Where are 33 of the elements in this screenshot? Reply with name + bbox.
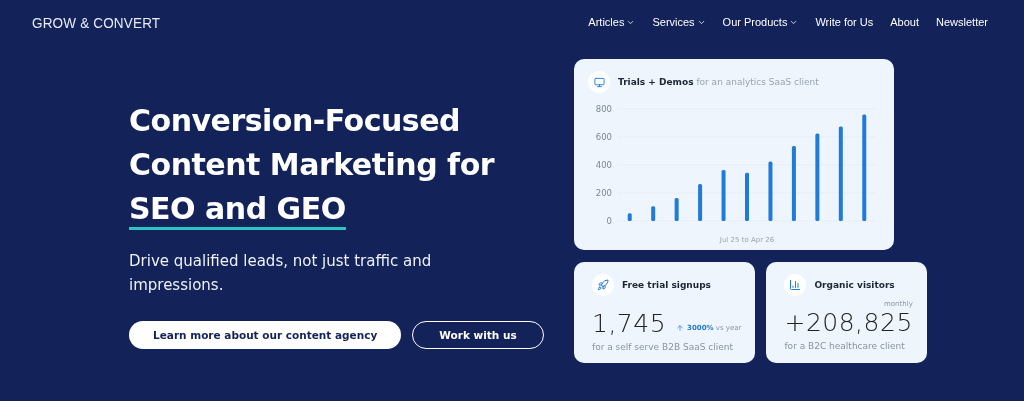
- headline: Conversion-Focused Content Marketing for SEO and GEO: [129, 99, 549, 231]
- arrow-up-icon: [676, 324, 685, 332]
- monitor-icon: [588, 71, 610, 93]
- rocket-icon: [597, 279, 609, 291]
- tick-label: 400: [595, 160, 612, 170]
- stat-value: 1,745: [592, 309, 667, 338]
- logo[interactable]: GROW & CONVERT: [32, 13, 161, 31]
- tick-label: 600: [595, 132, 612, 142]
- chart-bar: [698, 183, 703, 221]
- card-title: Trials + Demos for an analytics SaaS client: [618, 77, 819, 87]
- tick-label: 0: [606, 216, 612, 226]
- stat-value: +208,825: [784, 308, 913, 337]
- card-title: Organic visitors: [814, 280, 895, 290]
- chart-bar: [745, 172, 749, 221]
- primary-button[interactable]: Learn more about our content agency: [129, 321, 402, 349]
- nav-link[interactable]: Articles: [588, 16, 636, 28]
- nav-link[interactable]: Our Products: [722, 16, 799, 28]
- nav-link[interactable]: Write for Us: [815, 16, 874, 28]
- nav-link[interactable]: Services: [652, 16, 706, 28]
- chart-bar: [651, 206, 656, 221]
- tick-label: 200: [595, 188, 612, 198]
- tick-label: 800: [595, 104, 612, 114]
- chart-bar: [674, 197, 679, 221]
- card-title: Free trial signups: [622, 280, 711, 290]
- nav-link[interactable]: Newsletter: [936, 16, 988, 28]
- bar-chart-icon: [789, 279, 802, 291]
- chart-bar: [721, 169, 726, 221]
- subtitle: Drive qualified leads, not just traffic and impressions.: [129, 251, 433, 296]
- nav-link[interactable]: About: [890, 16, 920, 28]
- stat-note: for a B2C healthcare client: [784, 341, 906, 351]
- chart-bar: [768, 161, 773, 221]
- stat-note: for a self serve B2B SaaS client: [592, 342, 734, 352]
- chart-bar: [627, 213, 632, 221]
